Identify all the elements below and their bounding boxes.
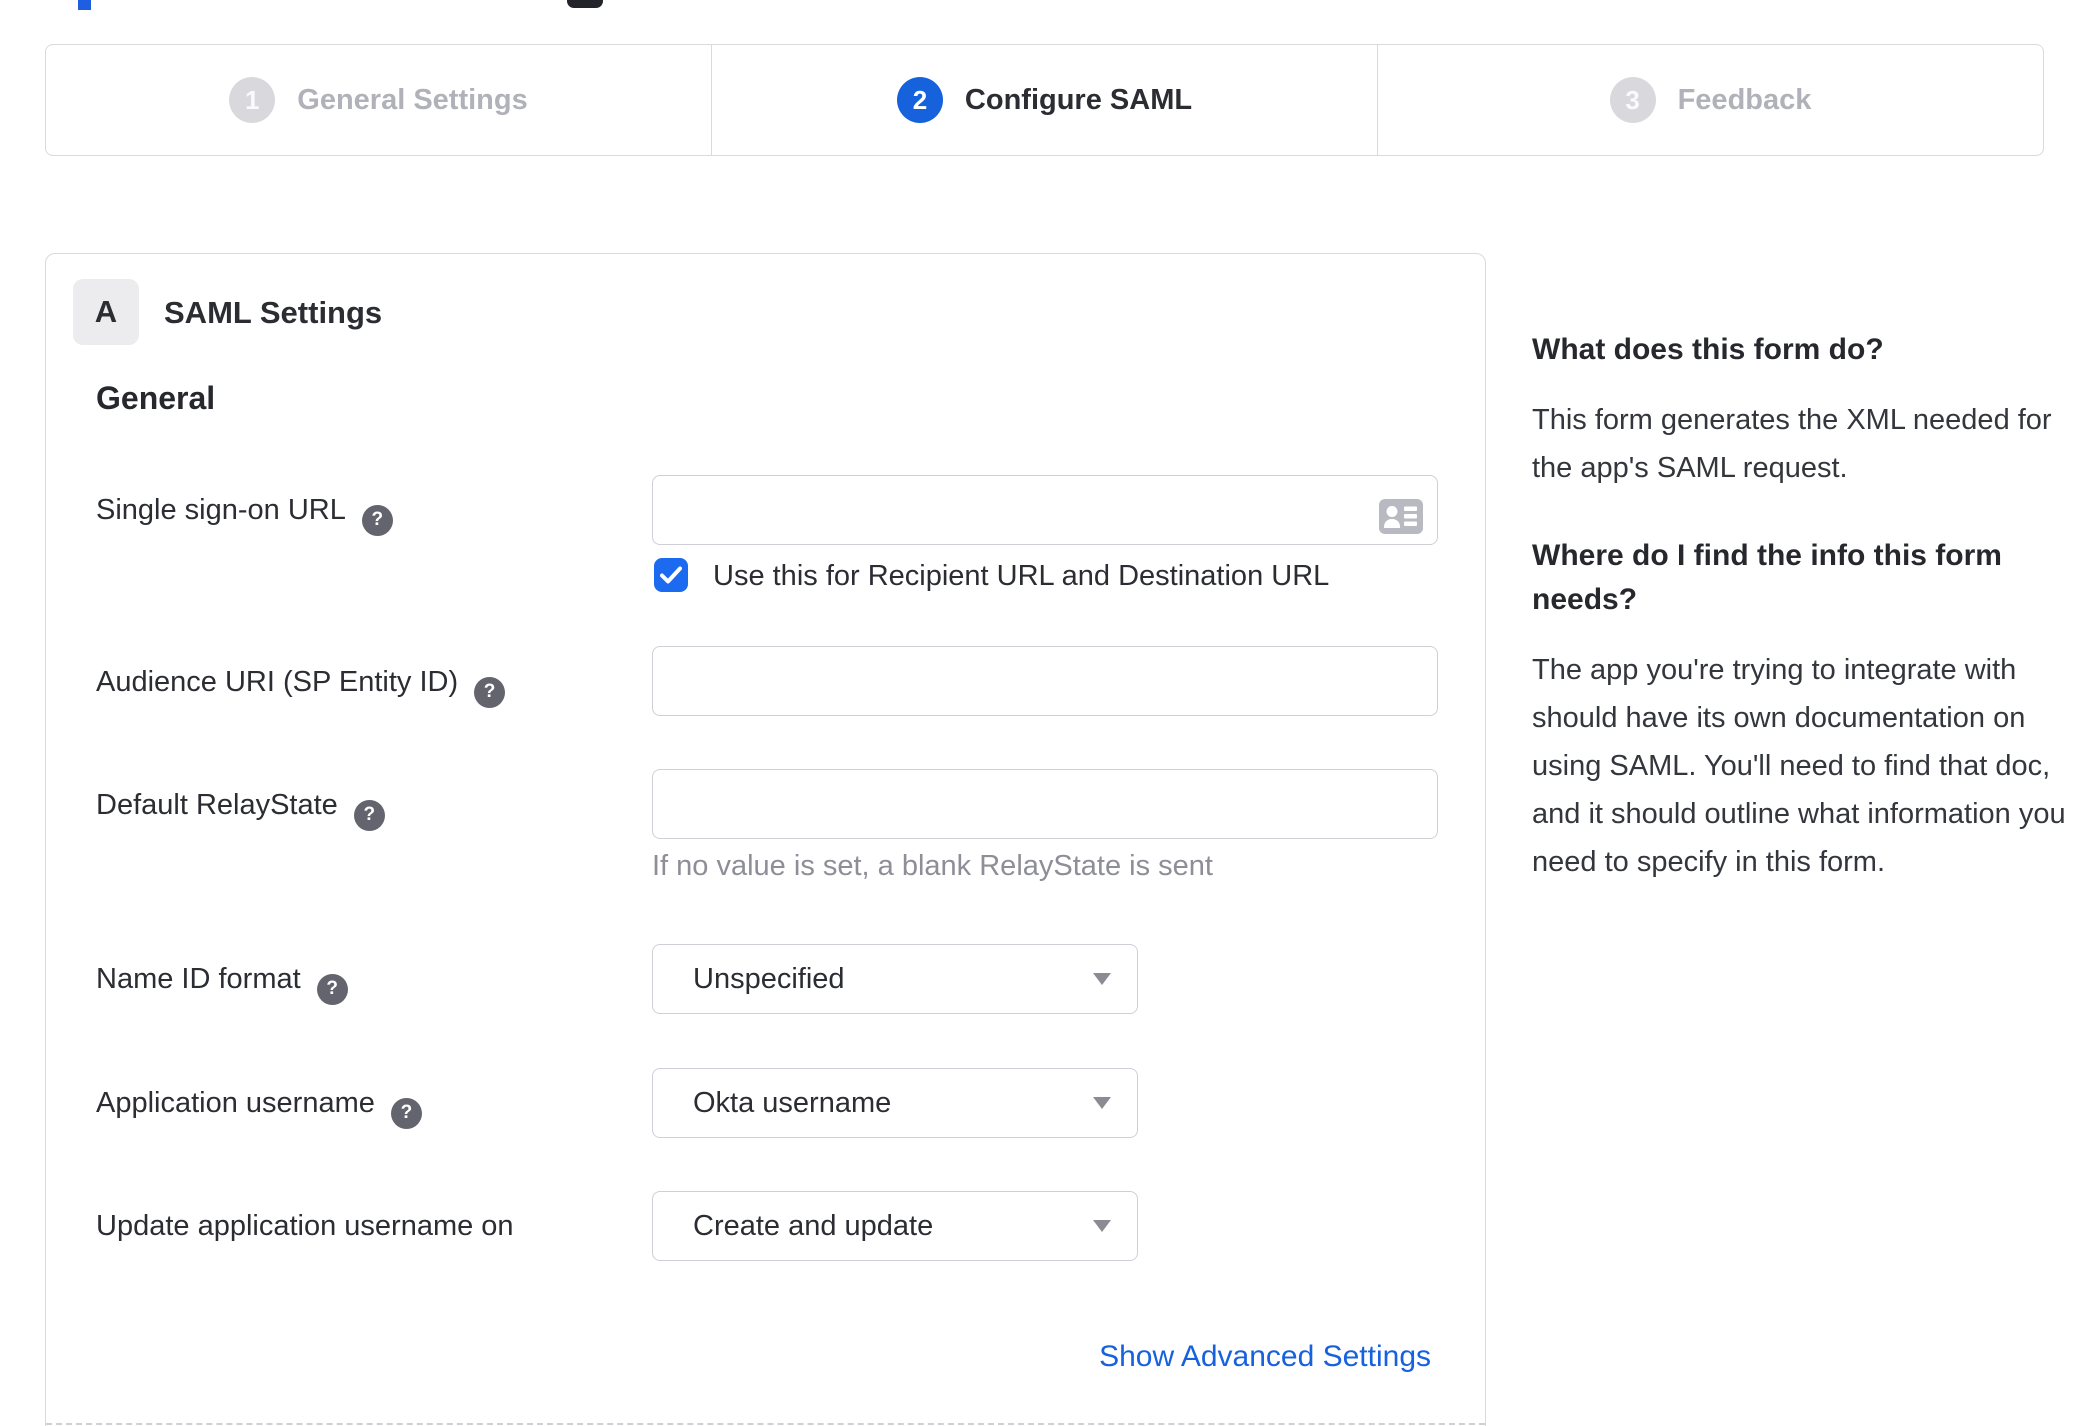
update-username-value: Create and update	[693, 1209, 934, 1242]
app-username-help-icon[interactable]: ?	[390, 1097, 422, 1129]
relaystate-help-icon[interactable]: ?	[353, 799, 385, 831]
sso-url-label: Single sign-on URL?	[96, 494, 393, 536]
app-username-select[interactable]: Okta username	[652, 1068, 1138, 1138]
relaystate-input[interactable]	[652, 769, 1438, 839]
name-id-format-label: Name ID format?	[96, 963, 348, 1005]
relaystate-label: Default RelayState?	[96, 789, 385, 831]
general-section-heading: General	[96, 380, 216, 416]
step-general-settings[interactable]: 1 General Settings	[46, 45, 711, 155]
audience-help-icon[interactable]: ?	[474, 676, 506, 708]
name-id-format-select[interactable]: Unspecified	[652, 944, 1138, 1014]
sidebar-heading-where: Where do I find the info this form needs…	[1532, 539, 2002, 616]
section-a-badge: A	[73, 279, 139, 345]
step-2-label: Configure SAML	[964, 83, 1193, 116]
recipient-url-checkbox[interactable]	[654, 558, 688, 592]
wizard-stepper: 1 General Settings 2 Configure SAML 3 Fe…	[45, 44, 2044, 156]
update-username-select[interactable]: Create and update	[652, 1191, 1138, 1261]
sidebar-body-what: This form generates the XML needed for t…	[1532, 404, 2052, 484]
app-username-value: Okta username	[693, 1086, 892, 1119]
name-id-format-value: Unspecified	[693, 962, 845, 995]
panel-dashed-divider	[46, 1423, 1485, 1425]
chevron-down-icon	[1093, 1220, 1111, 1232]
step-configure-saml[interactable]: 2 Configure SAML	[711, 45, 1377, 155]
step-3-number-badge: 3	[1609, 77, 1656, 123]
checkmark-icon	[660, 566, 682, 584]
name-id-help-icon[interactable]: ?	[316, 973, 348, 1005]
cutoff-blue-logo-fragment	[78, 0, 91, 10]
cutoff-dark-fragment	[567, 0, 603, 8]
help-sidebar: What does this form do? This form genera…	[1532, 328, 2072, 928]
step-1-number-badge: 1	[229, 77, 276, 123]
recipient-url-checkbox-label: Use this for Recipient URL and Destinati…	[713, 560, 1330, 592]
panel-title: SAML Settings	[164, 295, 383, 330]
sidebar-heading-what: What does this form do?	[1532, 333, 1884, 366]
relaystate-hint: If no value is set, a blank RelayState i…	[652, 850, 1213, 882]
step-1-label: General Settings	[297, 83, 528, 116]
step-3-label: Feedback	[1677, 83, 1812, 116]
audience-uri-label: Audience URI (SP Entity ID)?	[96, 666, 506, 708]
update-username-label: Update application username on	[96, 1210, 514, 1242]
chevron-down-icon	[1093, 1097, 1111, 1109]
step-2-number-badge: 2	[896, 77, 943, 123]
chevron-down-icon	[1093, 973, 1111, 985]
sidebar-body-where: The app you're trying to integrate with …	[1532, 654, 2066, 878]
app-username-label: Application username?	[96, 1087, 422, 1129]
audience-uri-input[interactable]	[652, 646, 1438, 716]
contact-card-autofill-icon[interactable]	[1379, 499, 1423, 539]
saml-settings-panel: A SAML Settings General Single sign-on U…	[45, 253, 1486, 1426]
configure-saml-page: 1 General Settings 2 Configure SAML 3 Fe…	[0, 0, 2092, 1426]
sso-help-icon[interactable]: ?	[361, 504, 393, 536]
step-feedback[interactable]: 3 Feedback	[1377, 45, 2043, 155]
show-advanced-settings-link[interactable]: Show Advanced Settings	[1099, 1340, 1431, 1374]
sso-url-input[interactable]	[652, 475, 1438, 545]
